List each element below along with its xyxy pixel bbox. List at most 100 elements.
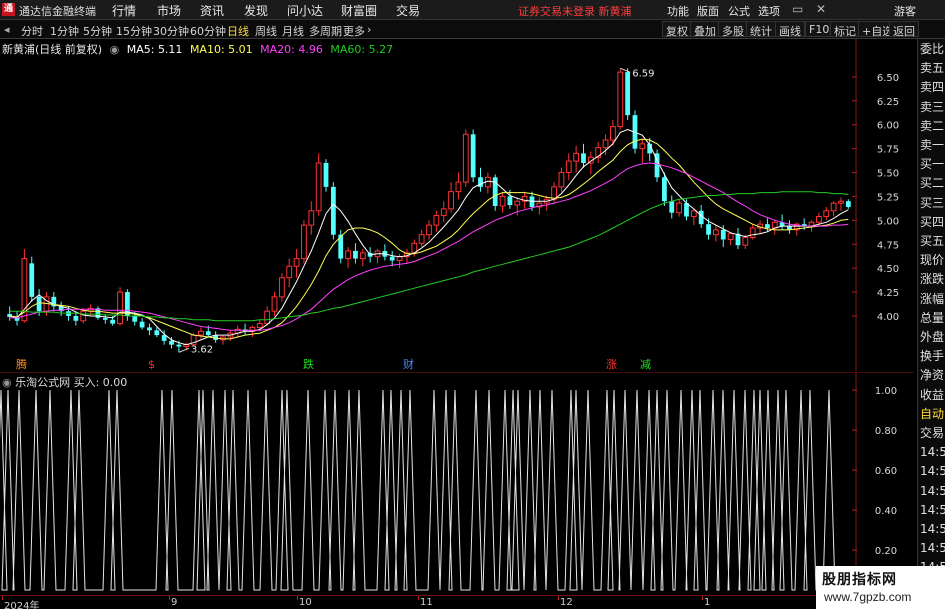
- side-tab-5[interactable]: 卖一: [920, 138, 945, 153]
- candle-body-down: [73, 315, 79, 321]
- app-title: 通达信金融终端: [19, 5, 96, 18]
- back-button[interactable]: 返回: [889, 21, 919, 38]
- side-tab-4[interactable]: 卖二: [920, 119, 945, 134]
- price-tick-label: 6.25: [877, 97, 899, 108]
- kline-chart-panel[interactable]: 6.50 6.25 6.00 5.75 5.50 5.25 5.00 4.75 4.50 4.25…: [0, 39, 914, 371]
- mark-button[interactable]: 标记: [830, 21, 860, 38]
- side-tab-2[interactable]: 卖四: [920, 80, 945, 95]
- price-tick-label: 5.50: [877, 169, 899, 180]
- date-label: 12: [560, 597, 573, 608]
- candle-body-down: [684, 203, 689, 217]
- side-tab-26[interactable]: 14:56: [920, 541, 945, 556]
- watermark-title: 股朋指标网: [822, 572, 897, 588]
- side-tab-11[interactable]: 现价: [920, 253, 945, 268]
- candle-body-up: [271, 296, 278, 312]
- period-monthly[interactable]: 月线: [282, 23, 304, 39]
- side-tab-14[interactable]: 总量: [920, 311, 945, 326]
- indicator-settings-icon[interactable]: ◉: [2, 376, 12, 389]
- indicator-chart[interactable]: 1.00 0.80 0.60 0.40 0.20: [0, 371, 914, 594]
- side-tab-1[interactable]: 卖五: [920, 61, 945, 76]
- side-tab-0[interactable]: 委比: [920, 42, 945, 57]
- candle-body-down: [581, 153, 586, 163]
- side-tab-23[interactable]: 14:56: [920, 484, 945, 499]
- menu-item-hangqing[interactable]: 行情: [112, 2, 136, 19]
- kline-chart[interactable]: 6.50 6.25 6.00 5.75 5.50 5.25 5.00 4.75 4.50 4.25…: [0, 39, 914, 371]
- side-tab-6[interactable]: 买一: [920, 157, 945, 172]
- settings-circle-icon[interactable]: ◉: [110, 43, 120, 56]
- candle-body-down: [102, 317, 108, 320]
- side-tab-19[interactable]: 自动: [920, 407, 945, 422]
- side-tab-17[interactable]: 净资: [920, 368, 945, 383]
- close-window-icon[interactable]: ✕: [816, 2, 826, 16]
- period-more[interactable]: 更多: [343, 23, 365, 39]
- menu-item-shichang[interactable]: 市场: [157, 2, 181, 19]
- price-tick-label: 5.25: [877, 192, 899, 203]
- candle-body-down: [176, 344, 182, 347]
- candle-body-up: [573, 152, 580, 162]
- ma5-label: MA5:: [126, 43, 155, 56]
- candle-body-up: [676, 202, 683, 214]
- period-15min[interactable]: 15分钟: [116, 23, 152, 39]
- period-60min[interactable]: 60分钟: [190, 23, 226, 39]
- side-tab-16[interactable]: 换手: [920, 349, 945, 364]
- period-fenshi[interactable]: 分时: [21, 23, 43, 39]
- menu-item-jiaoyi[interactable]: 交易: [396, 2, 420, 19]
- date-tick: [558, 596, 559, 600]
- login-warning[interactable]: 证券交易未登录 新黄浦: [518, 3, 632, 19]
- period-5min[interactable]: 5分钟: [83, 23, 112, 39]
- indicator-panel[interactable]: 1.00 0.80 0.60 0.40 0.20: [0, 371, 914, 594]
- candle-body-up: [602, 139, 609, 149]
- multi-stock-button[interactable]: 多股: [718, 21, 748, 38]
- user-guest[interactable]: 游客: [894, 3, 916, 19]
- menu-item-wenxiaoda[interactable]: 问小达: [287, 2, 323, 19]
- candle-body-up: [278, 277, 285, 298]
- minimize-icon[interactable]: ▭: [792, 2, 803, 16]
- period-30min[interactable]: 30分钟: [153, 23, 189, 39]
- side-tab-7[interactable]: 买二: [920, 176, 945, 191]
- candle-body-up: [198, 330, 204, 336]
- draw-line-button[interactable]: 画线: [775, 21, 805, 38]
- side-tab-12[interactable]: 涨跌: [920, 272, 945, 287]
- side-tab-10[interactable]: 买五: [920, 234, 945, 249]
- period-weekly[interactable]: 周线: [255, 23, 277, 39]
- more-chevron-icon[interactable]: ›: [367, 23, 371, 36]
- date-tick: [418, 596, 419, 600]
- ma5-legend: MA5: 5.11: [127, 43, 183, 56]
- side-tab-3[interactable]: 卖三: [920, 100, 945, 115]
- period-multi[interactable]: 多周期: [309, 23, 342, 39]
- menu-item-gongshi[interactable]: 公式: [728, 3, 750, 19]
- side-tab-15[interactable]: 外盘: [920, 330, 945, 345]
- period-1min[interactable]: 1分钟: [50, 23, 79, 39]
- menu-item-xuanxiang[interactable]: 选项: [758, 3, 780, 19]
- menu-item-banmian[interactable]: 版面: [697, 3, 719, 19]
- fuquan-button[interactable]: 复权: [662, 21, 692, 38]
- menu-item-gongneng[interactable]: 功能: [667, 3, 689, 19]
- side-tab-24[interactable]: 14:56: [920, 503, 945, 518]
- candle-body-up: [727, 233, 734, 240]
- side-tab-20[interactable]: 交易: [920, 426, 945, 441]
- menu-item-faxian[interactable]: 发现: [244, 2, 268, 19]
- date-axis: 2024年910111212: [0, 595, 914, 609]
- ma20-line: [9, 162, 849, 331]
- ma10-label: MA10:: [189, 43, 225, 56]
- side-tab-22[interactable]: 14:56: [920, 464, 945, 479]
- side-tab-9[interactable]: 买四: [920, 215, 945, 230]
- panel-toggle-icon[interactable]: ◂: [4, 23, 10, 36]
- candle-body-up: [558, 172, 565, 188]
- side-tab-21[interactable]: 14:56: [920, 445, 945, 460]
- side-tab-13[interactable]: 涨幅: [920, 292, 945, 307]
- candle-body-down: [662, 177, 667, 202]
- overlay-button[interactable]: 叠加: [690, 21, 720, 38]
- side-tab-8[interactable]: 买三: [920, 196, 945, 211]
- side-tab-18[interactable]: 收益: [920, 388, 945, 403]
- candle-body-down: [110, 319, 116, 324]
- stats-button[interactable]: 统计: [746, 21, 776, 38]
- menu-item-caifuquan[interactable]: 财富圈: [341, 2, 377, 19]
- menu-item-zixun[interactable]: 资讯: [200, 2, 224, 19]
- ma20-label: MA20:: [260, 43, 295, 56]
- candle-body-up: [418, 234, 425, 244]
- candle-body-down: [470, 134, 476, 178]
- period-daily[interactable]: 日线: [227, 23, 249, 39]
- price-tick-label: 5.75: [877, 145, 899, 156]
- side-tab-25[interactable]: 14:56: [920, 522, 945, 537]
